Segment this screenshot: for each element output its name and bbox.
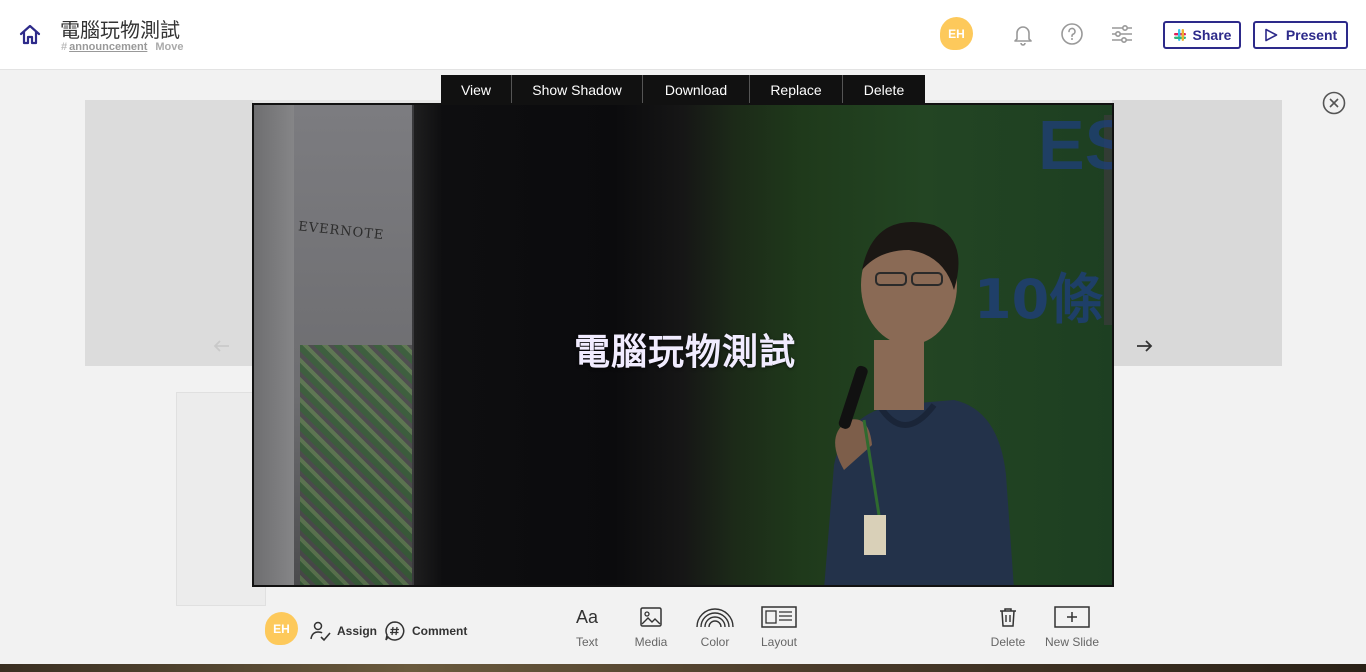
arrow-left-icon (213, 340, 229, 352)
color-icon-wrap (695, 605, 735, 629)
help-icon (1061, 23, 1083, 45)
close-circle-icon (1322, 91, 1346, 115)
background-slide-left (85, 100, 253, 366)
media-tool[interactable]: Media (621, 605, 681, 649)
help-button[interactable] (1060, 22, 1084, 46)
comment-icon (385, 621, 405, 641)
image-toolbar: View Show Shadow Download Replace Delete (441, 75, 925, 104)
download-button[interactable]: Download (643, 75, 750, 104)
notifications-button[interactable] (1011, 22, 1035, 46)
text-tool-label: Text (575, 635, 598, 649)
new-slide-label: New Slide (1044, 635, 1100, 649)
slide-image[interactable]: EVERNOTE ES 10條 電腦玩物測試 (252, 103, 1114, 587)
speaker-figure (824, 222, 1014, 585)
play-icon (1265, 28, 1278, 42)
view-button[interactable]: View (441, 75, 512, 104)
comment-label: Comment (412, 624, 468, 638)
text-tool[interactable]: Aa Text (557, 605, 617, 650)
color-rainbow-icon (696, 608, 734, 628)
new-slide-icon-wrap (1054, 605, 1090, 629)
home-button[interactable] (17, 22, 43, 48)
user-avatar[interactable]: EH (940, 17, 973, 50)
assign-icon (310, 621, 331, 642)
settings-button[interactable] (1110, 22, 1134, 46)
layout-icon-wrap (761, 605, 797, 629)
photo-screen-top-text: ES (1038, 106, 1112, 184)
media-tool-label: Media (634, 635, 668, 649)
color-tool[interactable]: Color (685, 605, 745, 649)
replace-button[interactable]: Replace (750, 75, 843, 104)
new-slide-icon (1054, 606, 1090, 628)
slack-icon (1173, 29, 1186, 41)
background-slide-right (1112, 100, 1282, 366)
color-tool-label: Color (700, 635, 730, 649)
arrow-right-icon (1137, 340, 1153, 352)
layout-icon (761, 606, 797, 628)
document-title[interactable]: 電腦玩物測試 (60, 14, 180, 43)
comment-button[interactable]: Comment (384, 620, 467, 642)
top-bar: 電腦玩物測試 # announcement Move EH Share Pres… (0, 0, 1366, 70)
layout-tool[interactable]: Layout (749, 605, 809, 649)
photo-banner-pattern (300, 345, 412, 585)
trash-icon-wrap (997, 605, 1019, 629)
assign-button[interactable]: Assign (309, 620, 377, 642)
trash-icon (1000, 608, 1016, 627)
media-icon (640, 607, 662, 627)
settings-sliders-icon (1112, 24, 1132, 44)
present-button[interactable]: Present (1253, 21, 1348, 49)
present-label: Present (1285, 27, 1338, 43)
layout-tool-label: Layout (760, 635, 798, 649)
page-bottom-edge (0, 664, 1366, 672)
text-tool-icon: Aa (575, 606, 599, 627)
image-title-overlay: 電腦玩物測試 (573, 332, 796, 373)
channel-hash: # (61, 41, 68, 53)
delete-image-button[interactable]: Delete (843, 75, 925, 104)
move-link[interactable]: Move (155, 41, 183, 53)
share-button[interactable]: Share (1163, 21, 1241, 49)
bottom-user-avatar[interactable]: EH (265, 612, 298, 645)
share-label: Share (1192, 27, 1232, 43)
home-icon (19, 24, 41, 45)
channel-link[interactable]: announcement (69, 41, 147, 53)
previous-slide-button[interactable] (212, 336, 232, 362)
show-shadow-button[interactable]: Show Shadow (512, 75, 643, 104)
media-icon-wrap (639, 605, 663, 629)
close-lightbox-button[interactable] (1322, 91, 1346, 115)
delete-slide-label: Delete (990, 635, 1026, 649)
new-slide-tool[interactable]: New Slide (1042, 605, 1102, 649)
next-slide-button[interactable] (1134, 336, 1154, 362)
delete-slide-tool[interactable]: Delete (978, 605, 1038, 649)
bell-icon (1014, 26, 1032, 46)
document-meta: # announcement Move (61, 41, 183, 53)
assign-label: Assign (337, 624, 378, 638)
